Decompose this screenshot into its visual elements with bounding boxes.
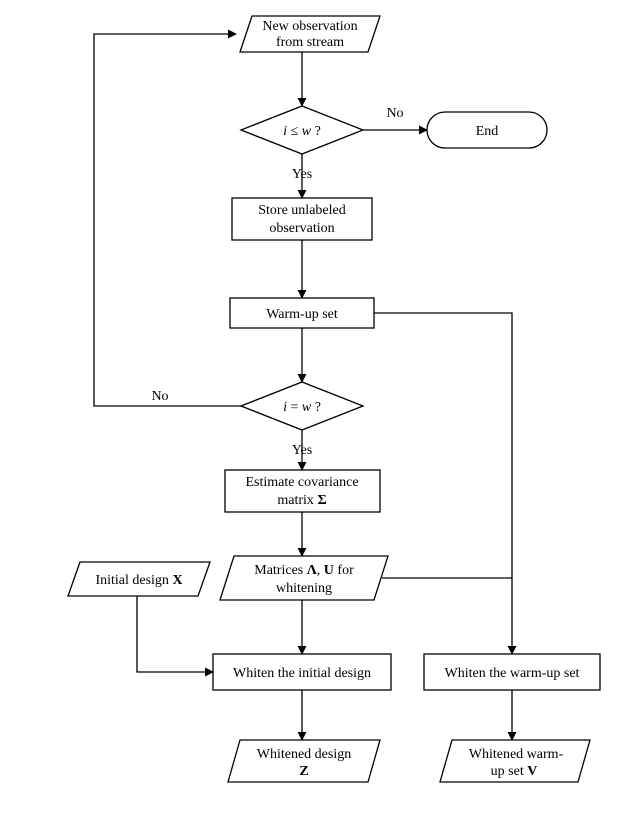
edge-warmup-whitenwarm [374,313,512,654]
node-start: New observation from stream [240,16,380,52]
node-warmup: Warm-up set [230,298,374,328]
node-whiten-warmup: Whiten the warm-up set [424,654,600,690]
start-line1: New observation [262,19,357,34]
label-yes2: Yes [292,443,312,458]
label-yes1: Yes [292,167,312,182]
label-no2: No [151,389,168,404]
label-no1: No [386,106,403,121]
estimate-line2: matrix Σ [277,493,326,508]
matrices-line1: Matrices Λ, U for [254,563,354,578]
store-line1: Store unlabeled [258,203,345,218]
whitenedz-line2: Z [299,764,308,779]
whitenwarm-text: Whiten the warm-up set [445,666,580,681]
node-estimate: Estimate covariance matrix Σ [225,470,380,512]
node-store: Store unlabeled observation [232,198,372,240]
node-cond1: i ≤ w ? [241,106,363,154]
end-text: End [476,124,499,139]
estimate-line1: Estimate covariance [245,475,358,490]
initial-text: Initial design X [95,573,182,588]
cond1-text: i ≤ w ? [283,124,321,139]
edge-initial-whiteninit [137,596,213,672]
flowchart-svg: No Yes No Yes New observation from strea… [0,0,640,816]
store-line2: observation [269,221,334,236]
whitenedv-line2: up set V [491,764,538,779]
whitenedv-line1: Whitened warm- [469,747,564,762]
node-end: End [427,112,547,148]
node-cond2: i = w ? [241,382,363,430]
whitenedz-line1: Whitened design [257,747,351,762]
node-initial-design: Initial design X [68,562,210,596]
start-line2: from stream [276,35,344,50]
edge-cond2-no [94,34,241,406]
node-whitened-z: Whitened design Z [228,740,380,782]
whiteninit-text: Whiten the initial design [233,666,371,681]
warmup-text: Warm-up set [266,307,338,322]
node-whiten-initial: Whiten the initial design [213,654,391,690]
matrices-line2: whitening [276,581,332,596]
cond2-text: i = w ? [283,400,321,415]
node-whitened-v: Whitened warm- up set V [440,740,590,782]
node-matrices: Matrices Λ, U for whitening [220,556,388,600]
